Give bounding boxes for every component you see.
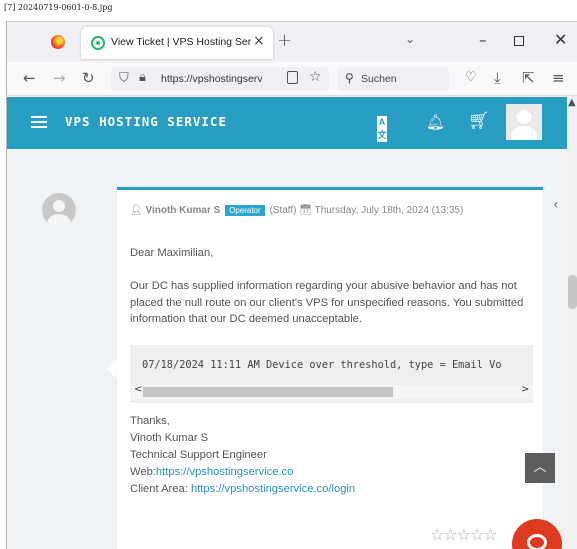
extensions-icon[interactable]: ⇱ <box>522 69 535 87</box>
new-tab-icon[interactable]: + <box>277 30 292 51</box>
scroll-left-icon[interactable]: < <box>134 384 142 395</box>
card-pointer <box>107 359 117 379</box>
client-area-link[interactable]: https://vpshostingservice.co/login <box>191 483 355 495</box>
bookmark-star-icon[interactable]: ☆ <box>309 69 322 85</box>
author-name: Vinoth Kumar S <box>145 205 221 216</box>
ticket-reply-card: 👤︎ Vinoth Kumar S Operator (Staff) 📅︎ Th… <box>117 187 543 549</box>
scroll-right-icon[interactable]: > <box>521 384 529 395</box>
file-caption: [7] 20240719-0601-0-8.jpg <box>4 3 113 12</box>
chat-bubble-icon <box>527 534 547 549</box>
code-scroll-thumb[interactable] <box>143 387 393 397</box>
hamburger-menu-icon[interactable] <box>31 116 47 128</box>
tab-title: View Ticket | VPS Hosting Servic <box>111 36 251 48</box>
navigation-bar: ← → ↻ ⛉ 🔒︎ https://vpshostingserv ☆ ⚲ Su… <box>7 62 577 96</box>
scroll-thumb[interactable] <box>568 275 577 309</box>
tab-view-ticket[interactable]: View Ticket | VPS Hosting Servic × <box>81 27 273 59</box>
user-icon: 👤︎ <box>130 205 143 216</box>
close-tab-icon[interactable]: × <box>253 33 265 49</box>
tab-list-chevron-icon[interactable]: ⌄ <box>405 32 415 46</box>
signature-name: Vinoth Kumar S <box>130 432 209 444</box>
staff-label: (Staff) <box>269 205 297 216</box>
signature-web: Web:https://vpshostingservice.co <box>130 466 294 478</box>
url-text[interactable]: https://vpshostingserv <box>161 73 281 85</box>
code-block: 07/18/2024 11:11 AM Device over threshol… <box>130 345 533 403</box>
reply-date: Thursday, July 18th, 2024 (13:35) <box>314 205 464 216</box>
tab-bar: View Ticket | VPS Hosting Servic × + ⌄ –… <box>7 22 577 62</box>
search-icon: ⚲ <box>345 71 354 85</box>
scroll-up-arrow-icon[interactable]: ▲ <box>568 97 576 108</box>
cart-icon[interactable]: 🛒︎ <box>468 111 490 131</box>
page-scrollbar[interactable]: ▲ <box>567 97 577 549</box>
bell-icon[interactable]: 🔔︎ <box>426 113 445 131</box>
sidebar-toggle-icon[interactable]: ‹ <box>553 197 559 213</box>
calendar-icon: 📅︎ <box>299 205 312 216</box>
page-viewport: VPS HOSTING SERVICE A文 🔔︎ 🛒︎ ▲ ‹ 👤︎ Vino… <box>7 97 577 549</box>
maximize-icon[interactable] <box>514 36 524 46</box>
signature-thanks: Thanks, <box>130 415 170 427</box>
search-placeholder: Suchen <box>361 73 397 85</box>
close-window-icon[interactable]: ✕ <box>554 30 567 49</box>
site-brand[interactable]: VPS HOSTING SERVICE <box>65 114 227 129</box>
minimize-icon[interactable]: – <box>479 31 487 49</box>
browser-window: View Ticket | VPS Hosting Servic × + ⌄ –… <box>6 21 577 549</box>
customer-avatar <box>42 193 76 227</box>
translate-icon[interactable]: A文 <box>377 116 399 142</box>
back-to-top-button[interactable]: ︿ <box>525 453 555 483</box>
download-icon[interactable]: ⤓ <box>494 69 501 87</box>
pocket-icon[interactable]: ♡ <box>465 70 477 85</box>
signature-title: Technical Support Engineer <box>130 449 267 461</box>
role-badge: Operator <box>225 205 265 216</box>
signature-client-area: Client Area: https://vpshostingservice.c… <box>130 483 356 495</box>
menu-icon[interactable]: ≡ <box>552 69 565 87</box>
site-favicon-icon <box>91 36 105 50</box>
firefox-icon[interactable] <box>51 35 65 49</box>
reload-icon[interactable]: ↻ <box>82 69 95 87</box>
reader-view-icon[interactable] <box>287 71 298 84</box>
lock-icon[interactable]: 🔒︎ <box>139 70 146 85</box>
signature: Thanks, Vinoth Kumar S Technical Support… <box>130 413 355 498</box>
address-bar[interactable]: ⛉ 🔒︎ https://vpshostingserv ☆ <box>111 67 329 91</box>
greeting: Dear Maximilian, <box>130 247 214 259</box>
search-input[interactable]: ⚲ Suchen <box>337 67 449 91</box>
site-header: VPS HOSTING SERVICE A文 🔔︎ 🛒︎ <box>7 97 567 149</box>
code-line: 07/18/2024 11:11 AM Device over threshol… <box>142 359 502 371</box>
code-scrollbar[interactable]: < > <box>130 384 533 399</box>
shield-icon[interactable]: ⛉ <box>119 71 129 86</box>
reply-meta: 👤︎ Vinoth Kumar S Operator (Staff) 📅︎ Th… <box>130 205 463 216</box>
rating-stars[interactable]: ☆☆☆☆☆ <box>430 525 498 544</box>
website-link[interactable]: https://vpshostingservice.co <box>156 466 293 478</box>
back-arrow-icon[interactable]: ← <box>23 69 36 87</box>
screenshot: [7] 20240719-0601-0-8.jpg View Ticket | … <box>0 0 577 549</box>
forward-arrow-icon[interactable]: → <box>53 69 66 87</box>
user-avatar[interactable] <box>506 104 542 140</box>
message-body: Our DC has supplied information regardin… <box>130 280 524 325</box>
